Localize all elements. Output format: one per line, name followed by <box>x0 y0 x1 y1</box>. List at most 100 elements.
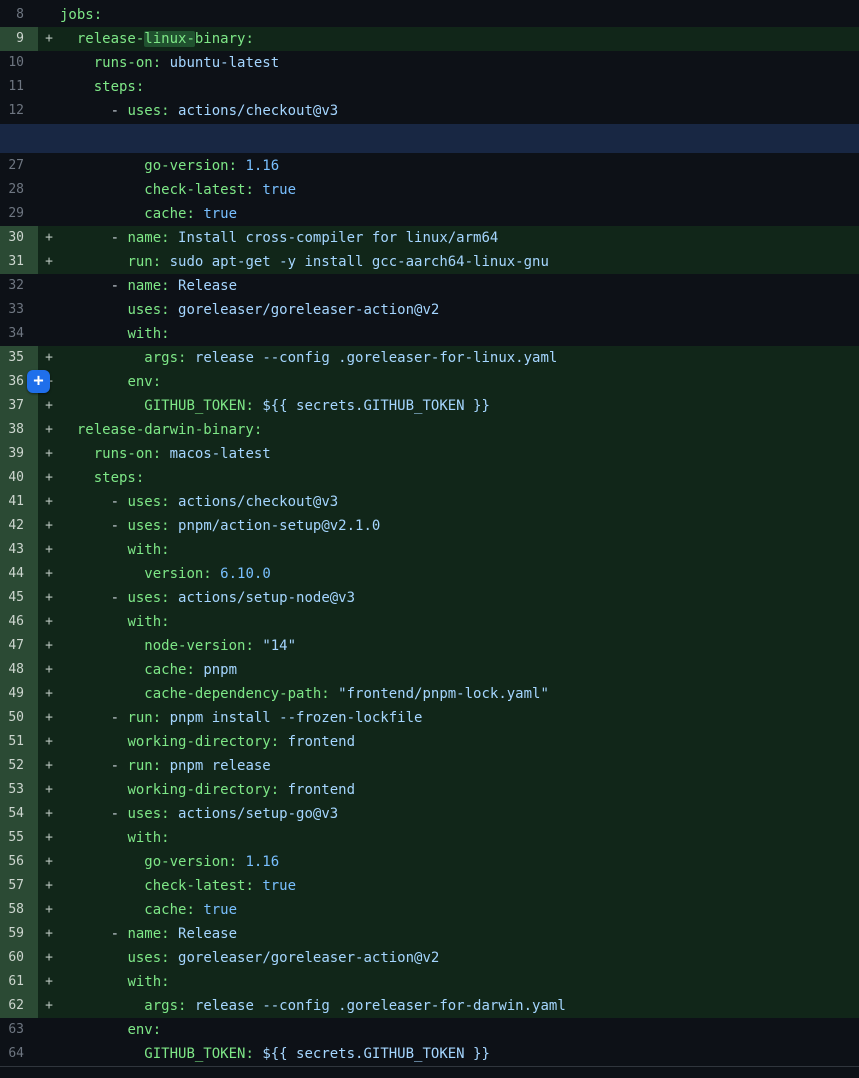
line-number[interactable]: 34 <box>0 322 38 346</box>
line-number[interactable]: 12 <box>0 99 38 123</box>
line-number[interactable]: 30 <box>0 226 38 250</box>
token-key: jobs: <box>60 7 102 23</box>
line-number[interactable]: 32 <box>0 274 38 298</box>
diff-added-marker: + <box>38 394 60 418</box>
token-key: uses: <box>127 590 169 606</box>
line-number[interactable]: 41 <box>0 490 38 514</box>
line-number[interactable]: 8 <box>0 3 38 27</box>
line-number[interactable]: 50 <box>0 706 38 730</box>
token-key: cache: <box>144 206 195 222</box>
token-key: steps: <box>94 79 145 95</box>
code-text: - uses: actions/setup-go@v3 <box>60 802 859 826</box>
add-comment-button[interactable]: + <box>27 370 50 393</box>
diff-line: 29 cache: true <box>0 202 859 226</box>
line-number[interactable]: 51 <box>0 730 38 754</box>
diff-line: 55+ with: <box>0 826 859 850</box>
line-number[interactable]: 52 <box>0 754 38 778</box>
line-number[interactable]: 58 <box>0 898 38 922</box>
diff-added-marker: + <box>38 946 60 970</box>
token-pln <box>186 350 194 366</box>
diff-marker-empty <box>38 1042 60 1066</box>
line-number[interactable]: 62 <box>0 994 38 1018</box>
diff-added-marker: + <box>38 538 60 562</box>
code-text: cache: true <box>60 898 859 922</box>
diff-line: 36+ env:+ <box>0 370 859 394</box>
diff-line: 56+ go-version: 1.16 <box>0 850 859 874</box>
diff-line: 49+ cache-dependency-path: "frontend/pnp… <box>0 682 859 706</box>
line-number[interactable]: 56 <box>0 850 38 874</box>
line-number[interactable]: 44 <box>0 562 38 586</box>
diff-line: 63 env: <box>0 1018 859 1042</box>
line-number[interactable]: 10 <box>0 51 38 75</box>
line-number[interactable]: 33 <box>0 298 38 322</box>
diff-line: 11 steps: <box>0 75 859 99</box>
line-number[interactable]: 55 <box>0 826 38 850</box>
line-number[interactable]: 35 <box>0 346 38 370</box>
line-number[interactable]: 63 <box>0 1018 38 1042</box>
line-number[interactable]: 46 <box>0 610 38 634</box>
token-str: Release <box>178 926 237 942</box>
line-number[interactable]: 28 <box>0 178 38 202</box>
code-text: cache-dependency-path: "frontend/pnpm-lo… <box>60 682 859 706</box>
diff-added-marker: + <box>38 682 60 706</box>
line-number[interactable]: 29 <box>0 202 38 226</box>
token-pln <box>170 950 178 966</box>
line-number[interactable]: 49 <box>0 682 38 706</box>
token-pln <box>170 518 178 534</box>
diff-added-marker: + <box>38 898 60 922</box>
token-key: binary: <box>195 31 254 47</box>
token-num: true <box>203 902 237 918</box>
line-number[interactable]: 57 <box>0 874 38 898</box>
diff-line: 60+ uses: goreleaser/goreleaser-action@v… <box>0 946 859 970</box>
token-str: frontend <box>288 734 355 750</box>
line-number[interactable]: 27 <box>0 154 38 178</box>
line-number[interactable]: 53 <box>0 778 38 802</box>
code-text: - name: Install cross-compiler for linux… <box>60 226 859 250</box>
code-text: working-directory: frontend <box>60 778 859 802</box>
line-number[interactable]: 31 <box>0 250 38 274</box>
line-number[interactable]: 60 <box>0 946 38 970</box>
diff-added-marker: + <box>38 706 60 730</box>
code-text: - uses: actions/checkout@v3 <box>60 490 859 514</box>
code-text: check-latest: true <box>60 178 859 202</box>
diff-line: 43+ with: <box>0 538 859 562</box>
line-number[interactable]: 61 <box>0 970 38 994</box>
line-number[interactable]: 11 <box>0 75 38 99</box>
diff-line: 47+ node-version: "14" <box>0 634 859 658</box>
line-number[interactable]: 40 <box>0 466 38 490</box>
line-number[interactable]: 54 <box>0 802 38 826</box>
line-number[interactable]: 45 <box>0 586 38 610</box>
token-str: Install cross-compiler for linux/arm64 <box>178 230 498 246</box>
token-pln <box>186 998 194 1014</box>
line-number[interactable]: 37 <box>0 394 38 418</box>
token-key: go-version: <box>144 158 237 174</box>
line-number[interactable]: 47 <box>0 634 38 658</box>
diff-line: 34 with: <box>0 322 859 346</box>
diff-added-marker: + <box>38 754 60 778</box>
token-key: with: <box>127 830 169 846</box>
line-number[interactable]: 9 <box>0 27 38 51</box>
token-str: release --config .goreleaser-for-darwin.… <box>195 998 566 1014</box>
line-number[interactable]: 59 <box>0 922 38 946</box>
token-key: uses: <box>127 950 169 966</box>
diff-added-marker: + <box>38 922 60 946</box>
token-key: working-directory: <box>127 734 279 750</box>
diff-line: 31+ run: sudo apt-get -y install gcc-aar… <box>0 250 859 274</box>
token-key: args: <box>144 998 186 1014</box>
token-key: with: <box>127 542 169 558</box>
line-number[interactable]: 42 <box>0 514 38 538</box>
line-number[interactable]: 39 <box>0 442 38 466</box>
token-key: name: <box>127 926 169 942</box>
code-lines-container: 8jobs:9+ release-linux-binary:10 runs-on… <box>0 3 859 1066</box>
collapsed-lines-band[interactable] <box>0 124 859 153</box>
diff-marker-empty <box>38 1018 60 1042</box>
diff-line: 48+ cache: pnpm <box>0 658 859 682</box>
line-number[interactable]: 43 <box>0 538 38 562</box>
token-str: "14" <box>262 638 296 654</box>
line-number[interactable]: 48 <box>0 658 38 682</box>
code-text: - run: pnpm install --frozen-lockfile <box>60 706 859 730</box>
line-number[interactable]: 38 <box>0 418 38 442</box>
code-text: with: <box>60 610 859 634</box>
line-number[interactable]: 64 <box>0 1042 38 1066</box>
token-pln: - <box>111 806 128 822</box>
